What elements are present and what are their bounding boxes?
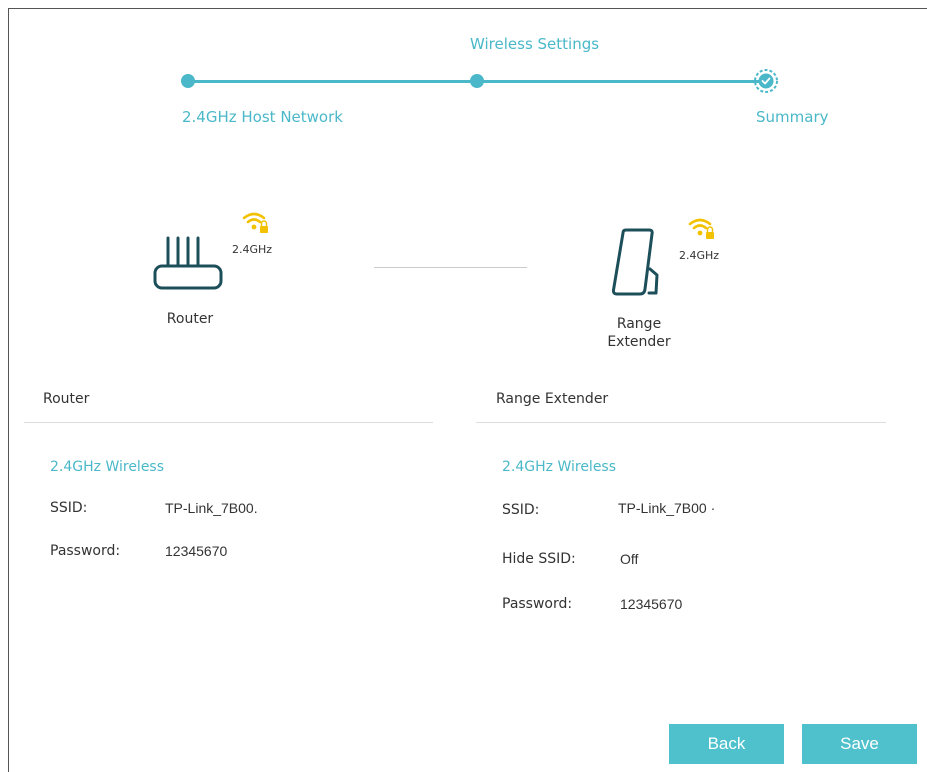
step-label-host-network: 2.4GHz Host Network bbox=[182, 108, 343, 126]
extender-section-divider bbox=[476, 422, 886, 423]
router-wifi-icon bbox=[242, 212, 268, 233]
extender-ssid-label: SSID: bbox=[502, 502, 540, 518]
router-ssid-label: SSID: bbox=[50, 500, 88, 516]
range-extender-icon bbox=[611, 228, 659, 296]
router-icon bbox=[153, 236, 223, 290]
save-button[interactable]: Save bbox=[802, 724, 917, 764]
extender-label-line-2: Extender bbox=[607, 334, 671, 350]
extender-wifi-icon bbox=[688, 218, 714, 239]
extender-section-title: Range Extender bbox=[496, 391, 609, 407]
step-dot-host-network bbox=[181, 74, 195, 88]
extender-ssid-value: TP-Link_7B00 · bbox=[618, 500, 716, 516]
step-check-icon bbox=[754, 69, 778, 93]
step-dot-wireless-settings bbox=[470, 74, 484, 88]
router-section-divider bbox=[24, 422, 433, 423]
step-label-summary: Summary bbox=[756, 108, 829, 126]
connection-line bbox=[374, 267, 527, 268]
router-password-label: Password: bbox=[50, 543, 121, 559]
extender-wireless-heading: 2.4GHz Wireless bbox=[502, 459, 617, 475]
back-button[interactable]: Back bbox=[669, 724, 784, 764]
extender-hide-ssid-label: Hide SSID: bbox=[502, 551, 576, 567]
step-label-wireless-settings: Wireless Settings bbox=[470, 35, 600, 53]
extender-hide-ssid-value: Off bbox=[620, 551, 639, 567]
router-wireless-heading: 2.4GHz Wireless bbox=[50, 459, 165, 475]
router-device-label: Router bbox=[166, 311, 214, 327]
extender-password-value: 12345670 bbox=[620, 596, 683, 612]
router-band-label: 2.4GHz bbox=[232, 243, 273, 256]
extender-label-line-1: Range bbox=[616, 316, 662, 332]
router-section-title: Router bbox=[43, 391, 90, 407]
extender-device-label: Range Extender bbox=[589, 315, 689, 351]
extender-password-label: Password: bbox=[502, 596, 573, 612]
extender-band-label: 2.4GHz bbox=[679, 249, 720, 262]
router-password-value: 12345670 bbox=[165, 543, 228, 559]
router-ssid-value: TP-Link_7B00. bbox=[165, 500, 258, 516]
